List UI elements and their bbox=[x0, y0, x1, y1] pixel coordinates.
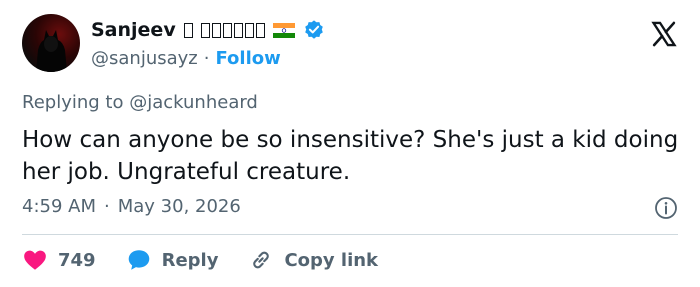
missing-glyphs-icon bbox=[200, 22, 265, 38]
copy-link-label: Copy link bbox=[284, 249, 379, 271]
india-flag-icon bbox=[272, 22, 295, 38]
like-button[interactable]: 749 bbox=[22, 247, 96, 273]
replying-to: Replying to @jackunheard bbox=[22, 92, 258, 113]
tweet-text: How can anyone be so insensitive? She's … bbox=[22, 127, 679, 185]
reply-bubble-icon bbox=[128, 250, 149, 270]
replying-to-mention[interactable]: @jackunheard bbox=[129, 92, 258, 113]
author-handle[interactable]: @sanjusayz bbox=[91, 48, 198, 69]
handle-row: @sanjusayz · Follow bbox=[91, 48, 281, 69]
author-row: Sanjeev bbox=[91, 19, 325, 41]
action-bar: 749 Reply Copy link bbox=[22, 247, 408, 273]
divider bbox=[22, 234, 678, 235]
meta-separator-dot: · bbox=[104, 196, 110, 217]
tweet-date[interactable]: May 30, 2026 bbox=[118, 196, 241, 217]
reply-button[interactable]: Reply bbox=[126, 247, 219, 273]
verified-badge-icon bbox=[304, 20, 323, 39]
follow-button[interactable]: Follow bbox=[215, 48, 280, 69]
heart-icon bbox=[24, 250, 46, 270]
author-name[interactable]: Sanjeev bbox=[91, 19, 176, 41]
replying-prefix: Replying to bbox=[22, 92, 124, 113]
like-count: 749 bbox=[58, 249, 96, 271]
missing-glyph-icon bbox=[183, 22, 193, 38]
x-logo-icon[interactable] bbox=[650, 20, 678, 48]
tweet-meta[interactable]: 4:59 AM · May 30, 2026 bbox=[22, 196, 241, 217]
separator-dot: · bbox=[203, 48, 210, 69]
avatar[interactable] bbox=[22, 14, 80, 72]
reply-label: Reply bbox=[161, 249, 219, 271]
info-icon[interactable] bbox=[654, 196, 678, 220]
copy-link-button[interactable]: Copy link bbox=[248, 247, 378, 273]
link-icon bbox=[253, 251, 270, 269]
avatar-image bbox=[36, 30, 67, 72]
tweet-time[interactable]: 4:59 AM bbox=[22, 196, 96, 217]
